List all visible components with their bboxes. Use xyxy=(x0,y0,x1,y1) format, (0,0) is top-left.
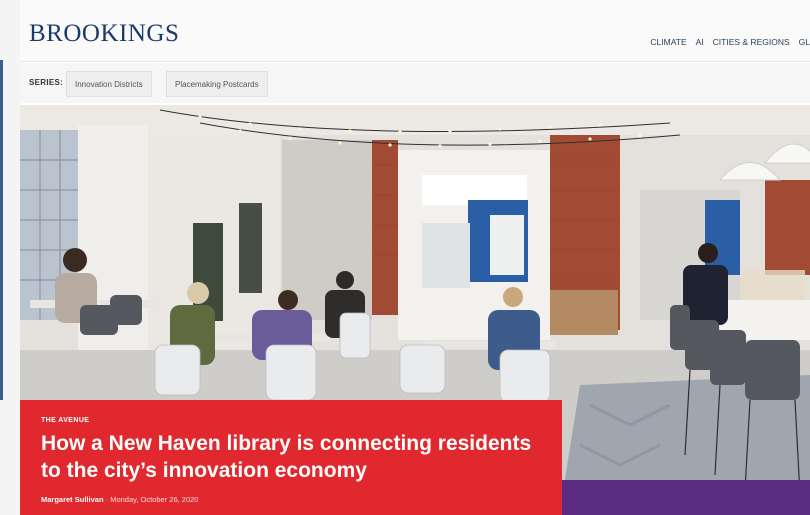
nav-item-ai[interactable]: AI xyxy=(696,37,704,47)
nav-item-truncated[interactable]: GL xyxy=(799,37,810,47)
left-accent-bar xyxy=(0,60,3,400)
site-header: BROOKINGS CLIMATE AI CITIES & REGIONS GL xyxy=(20,0,810,62)
left-margin-strip xyxy=(0,0,20,515)
brookings-logo[interactable]: BROOKINGS xyxy=(29,20,179,48)
nav-item-cities-regions[interactable]: CITIES & REGIONS xyxy=(713,37,790,47)
article-author[interactable]: Margaret Sullivan xyxy=(41,495,104,504)
series-chip-innovation-districts[interactable]: Innovation Districts xyxy=(66,71,152,97)
series-chip-placemaking-postcards[interactable]: Placemaking Postcards xyxy=(166,71,268,97)
article-kicker[interactable]: THE AVENUE xyxy=(41,417,89,424)
article-date: Monday, October 26, 2020 xyxy=(110,495,199,504)
article-byline: Margaret Sullivan · Monday, October 26, … xyxy=(41,495,198,504)
byline-separator: · xyxy=(105,495,109,504)
series-label: SERIES: xyxy=(29,78,64,87)
series-bar: SERIES: Innovation Districts Placemaking… xyxy=(20,63,810,103)
top-navigation: CLIMATE AI CITIES & REGIONS GL xyxy=(650,37,810,47)
headline-card[interactable]: THE AVENUE How a New Haven library is co… xyxy=(20,400,562,515)
article-headline[interactable]: How a New Haven library is connecting re… xyxy=(41,430,551,484)
nav-item-climate[interactable]: CLIMATE xyxy=(650,37,686,47)
purple-accent-band xyxy=(562,480,810,515)
